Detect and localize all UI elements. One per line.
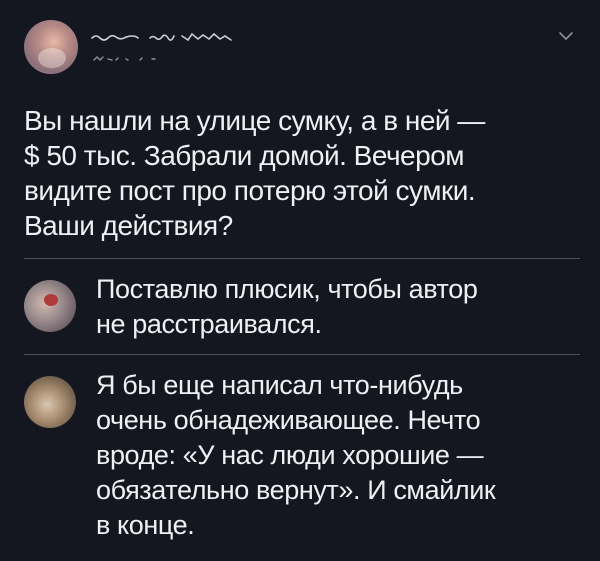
post-body: Вы нашли на улице сумку, а в ней — $ 50 … bbox=[24, 103, 574, 243]
reply-line: в конце. bbox=[96, 510, 195, 540]
reply-line: обязательно вернут». И смайлик bbox=[96, 475, 496, 505]
redacted-handle bbox=[93, 56, 156, 61]
post-line: $ 50 тыс. Забрали домой. Вечером bbox=[24, 140, 465, 171]
chevron-down-icon[interactable] bbox=[558, 30, 574, 42]
reply-line: Поставлю плюсик, чтобы автор bbox=[96, 274, 478, 304]
reply-avatar[interactable] bbox=[24, 376, 76, 428]
reply-body: Поставлю плюсик, чтобы автор не расстраи… bbox=[96, 272, 576, 342]
post-line: видите пост про потерю этой сумки. bbox=[24, 175, 476, 206]
reply-item[interactable]: Я бы еще написал что-нибудь очень обнаде… bbox=[0, 354, 600, 561]
reply-line: Я бы еще написал что-нибудь bbox=[96, 370, 463, 400]
redacted-username bbox=[91, 32, 232, 42]
post-header bbox=[0, 0, 600, 90]
reply-line: не расстраивался. bbox=[96, 309, 322, 339]
reply-avatar[interactable] bbox=[24, 280, 76, 332]
reply-line: вроде: «У нас люди хорошие — bbox=[96, 440, 484, 470]
author-avatar[interactable] bbox=[24, 20, 78, 74]
reply-line: очень обнадеживающее. Нечто bbox=[96, 405, 481, 435]
post-line: Ваши действия? bbox=[24, 210, 233, 241]
reply-item[interactable]: Поставлю плюсик, чтобы автор не расстраи… bbox=[0, 258, 600, 354]
reply-body: Я бы еще написал что-нибудь очень обнаде… bbox=[96, 368, 576, 543]
post-line: Вы нашли на улице сумку, а в ней — bbox=[24, 105, 485, 136]
